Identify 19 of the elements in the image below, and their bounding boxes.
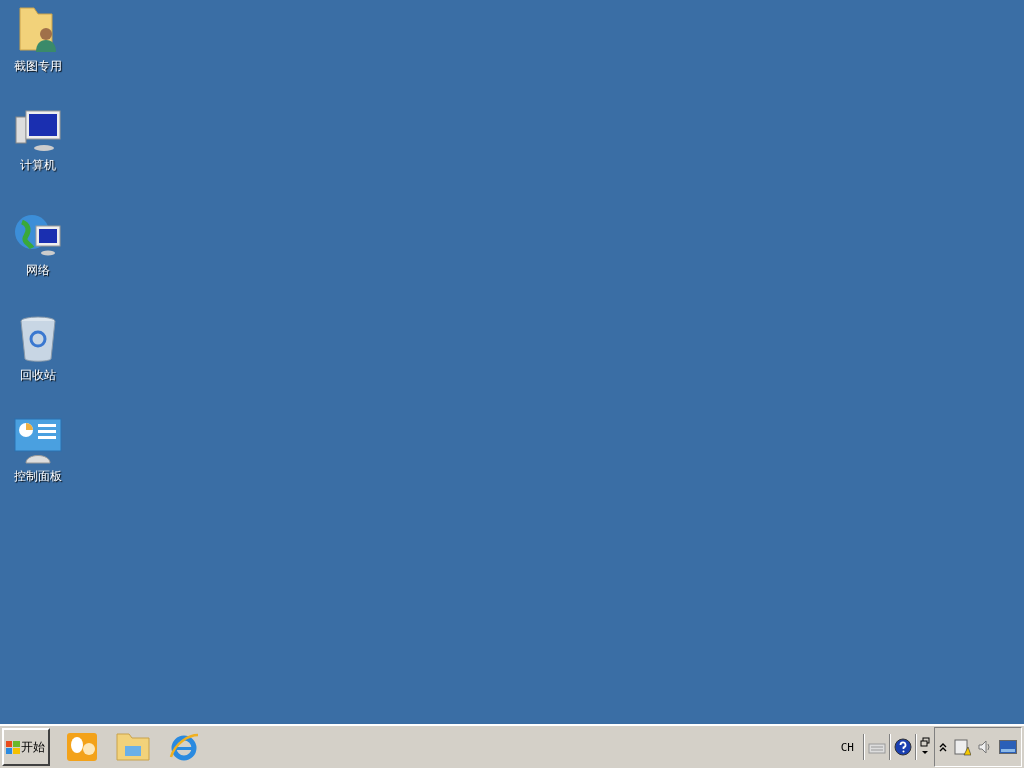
chevron-up-icon[interactable] (939, 742, 947, 752)
help-icon[interactable] (894, 738, 912, 756)
desktop-icon-label[interactable]: 回收站 (20, 367, 56, 384)
control-panel-icon (14, 418, 62, 464)
trash-bin-icon (18, 315, 58, 363)
windows-logo-icon (6, 740, 20, 754)
language-indicator[interactable]: CH (840, 740, 854, 754)
restore-window-icon[interactable] (920, 737, 930, 757)
desktop-icon-label[interactable]: 截图专用 (14, 58, 62, 75)
globe-with-monitor-icon (14, 212, 62, 258)
start-button[interactable]: 开始 (2, 728, 50, 766)
speaker-icon[interactable] (977, 739, 993, 755)
desktop-icon-label[interactable]: 网络 (26, 262, 50, 279)
desktop-icon-label[interactable]: 计算机 (20, 157, 56, 174)
desktop-icon-label[interactable]: 控制面板 (14, 468, 62, 485)
monitor-icon[interactable] (999, 740, 1017, 754)
network-warning-icon[interactable] (953, 738, 971, 756)
computer-icon (14, 109, 62, 153)
browser-icon[interactable] (168, 731, 200, 763)
